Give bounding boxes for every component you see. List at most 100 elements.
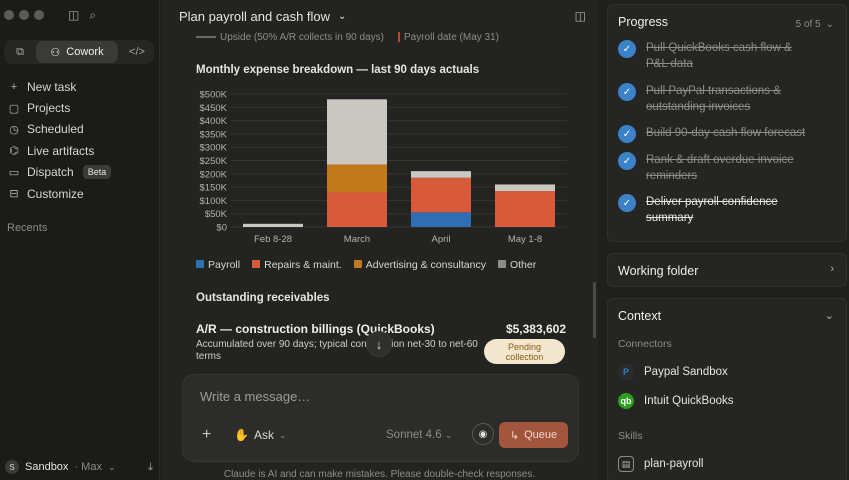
- chevron-down-icon: ⌄: [107, 461, 116, 472]
- y-tick-label: $200K: [200, 169, 228, 180]
- legend-repairs: Repairs & maint.: [252, 259, 342, 271]
- progress-step: ✓ Deliver payroll confidence summary: [618, 194, 838, 226]
- skill-icon: ▤: [618, 456, 634, 472]
- paypal-icon: P: [618, 364, 634, 380]
- dispatch-icon: ▭: [8, 166, 20, 179]
- progress-count[interactable]: 5 of 5 ⌄: [796, 19, 834, 30]
- conversation-title-button[interactable]: Plan payroll and cash flow ⌄: [179, 9, 346, 24]
- dash-line-icon: [196, 36, 216, 39]
- chevron-down-icon[interactable]: ⌄: [825, 309, 834, 322]
- mode-switch: ⧉ ⚇ Cowork </>: [4, 40, 154, 64]
- sidebar-nav: + New task ▢ Projects ◷ Scheduled ⌬ Live…: [0, 76, 160, 204]
- bar-segment: [411, 212, 471, 227]
- check-icon: ✓: [618, 125, 636, 143]
- connector-quickbooks[interactable]: qb Intuit QuickBooks: [618, 393, 733, 409]
- sidebar-item-new-task[interactable]: + New task: [0, 76, 160, 97]
- search-icon[interactable]: ⌕: [89, 8, 96, 23]
- sidebar-item-live-artifacts[interactable]: ⌬ Live artifacts: [0, 140, 160, 161]
- scrollbar[interactable]: [593, 282, 596, 338]
- chevron-right-icon: ›: [830, 263, 834, 275]
- receivable-description: Accumulated over 90 days; typical constr…: [196, 339, 478, 362]
- bar-segment: [327, 99, 387, 165]
- disclaimer: Claude is AI and can make mistakes. Plea…: [223, 469, 536, 480]
- message-input[interactable]: [200, 389, 560, 404]
- clock-icon: ◷: [9, 123, 19, 136]
- check-icon: ✓: [618, 40, 636, 58]
- sidebar-item-label: Live artifacts: [27, 143, 95, 158]
- progress-step: ✓ Rank & draft overdue invoice reminders: [618, 152, 838, 184]
- check-icon: ✓: [618, 152, 636, 170]
- sidebar-item-customize[interactable]: ⊟ Customize: [0, 183, 160, 204]
- y-tick-label: $50K: [205, 209, 228, 220]
- forecast-legend: Upside (50% A/R collects in 90 days) Pay…: [196, 32, 499, 43]
- red-marker-icon: [397, 32, 400, 43]
- context-card: Context ⌄ Connectors P Paypal Sandbox qb…: [607, 298, 847, 480]
- context-title: Context: [618, 309, 662, 323]
- account-plan: · Max: [74, 461, 102, 473]
- y-tick-label: $250K: [200, 156, 228, 167]
- sidebar: ◫ ⌕ ⧉ ⚇ Cowork </> + New task ▢ Projects…: [0, 0, 160, 480]
- plus-icon[interactable]: +: [202, 426, 211, 444]
- scroll-to-bottom-button[interactable]: ↓: [366, 331, 392, 357]
- download-icon[interactable]: ⤓: [148, 461, 153, 474]
- ask-mode-dropdown[interactable]: ✋ Ask ⌄: [234, 428, 287, 442]
- y-tick-label: $150K: [200, 183, 228, 194]
- bar-segment: [495, 184, 555, 192]
- sidebar-item-scheduled[interactable]: ◷ Scheduled: [0, 119, 160, 140]
- y-tick-label: $300K: [200, 143, 228, 154]
- bar-segment: [411, 177, 471, 213]
- legend-other: Other: [497, 259, 536, 271]
- y-tick-label: $400K: [200, 116, 228, 127]
- bar-segment: [243, 223, 303, 227]
- right-panel: Progress 5 of 5 ⌄ ✓ Pull QuickBooks cash …: [598, 0, 849, 480]
- check-icon: ✓: [618, 83, 636, 101]
- y-tick-label: $450K: [200, 103, 228, 114]
- skill-plan-payroll[interactable]: ▤ plan-payroll: [618, 456, 703, 472]
- progress-card: Progress 5 of 5 ⌄ ✓ Pull QuickBooks cash …: [607, 4, 847, 242]
- artifacts-icon: ⌬: [9, 145, 19, 158]
- cowork-mode-button[interactable]: ⚇ Cowork: [36, 41, 118, 63]
- zoom-window-button[interactable]: [34, 10, 44, 20]
- legend-payroll-date: Payroll date (May 31): [397, 32, 499, 43]
- sidebar-item-label: New task: [27, 79, 77, 94]
- y-tick-label: $100K: [200, 196, 228, 207]
- arrow-down-icon: ↓: [375, 336, 383, 352]
- close-window-button[interactable]: [4, 10, 14, 20]
- code-icon: </>: [129, 46, 145, 58]
- check-icon: ✓: [618, 194, 636, 212]
- stop-button[interactable]: ◉: [472, 423, 494, 445]
- expense-bar-chart: $0 $50K $100K $150K $200K $250K $300K $350K $400…: [200, 90, 567, 245]
- bar-segment: [495, 191, 555, 227]
- y-tick-label: $500K: [200, 90, 228, 101]
- folder-icon: ▢: [8, 102, 20, 115]
- sidebar-item-label: Projects: [27, 101, 71, 116]
- right-panel-toggle-icon[interactable]: ◫: [575, 9, 586, 23]
- sidebar-item-label: Customize: [27, 186, 84, 201]
- code-mode-button[interactable]: </>: [120, 41, 154, 63]
- sidebar-toggle-icon[interactable]: ◫: [68, 8, 79, 23]
- bar-segment: [327, 164, 387, 193]
- progress-step: ✓ Build 90-day cash flow forecast: [618, 125, 838, 143]
- sidebar-item-label: Scheduled: [27, 122, 84, 137]
- connector-paypal[interactable]: P Paypal Sandbox: [618, 364, 728, 380]
- sidebar-item-dispatch[interactable]: ▭ Dispatch Beta: [0, 162, 160, 183]
- quickbooks-icon: qb: [618, 393, 634, 409]
- chart-legend: Payroll Repairs & maint. Advertising & c…: [196, 259, 536, 271]
- queue-button[interactable]: ↳ Queue: [499, 422, 568, 448]
- receivables-heading: Outstanding receivables: [196, 292, 330, 304]
- working-folder-card[interactable]: Working folder ›: [607, 253, 847, 287]
- model-selector[interactable]: Sonnet 4.6 ⌄: [386, 429, 452, 441]
- progress-step: ✓ Pull PayPal transactions & outstanding …: [618, 83, 838, 115]
- account-menu[interactable]: S Sandbox · Max ⌄ ⤓: [5, 460, 153, 474]
- hand-icon: ✋: [234, 428, 249, 442]
- minimize-window-button[interactable]: [19, 10, 29, 20]
- recents-heading: Recents: [7, 222, 48, 234]
- y-tick-label: $0: [216, 223, 227, 234]
- x-tick-label: April: [431, 234, 450, 245]
- y-tick-label: $350K: [200, 129, 228, 140]
- plus-icon: +: [10, 80, 18, 93]
- chat-mode-button[interactable]: ⧉: [4, 41, 36, 63]
- sidebar-item-projects[interactable]: ▢ Projects: [0, 97, 160, 118]
- briefcase-icon: ⊟: [9, 188, 19, 201]
- chevron-down-icon: ⌄: [338, 11, 347, 22]
